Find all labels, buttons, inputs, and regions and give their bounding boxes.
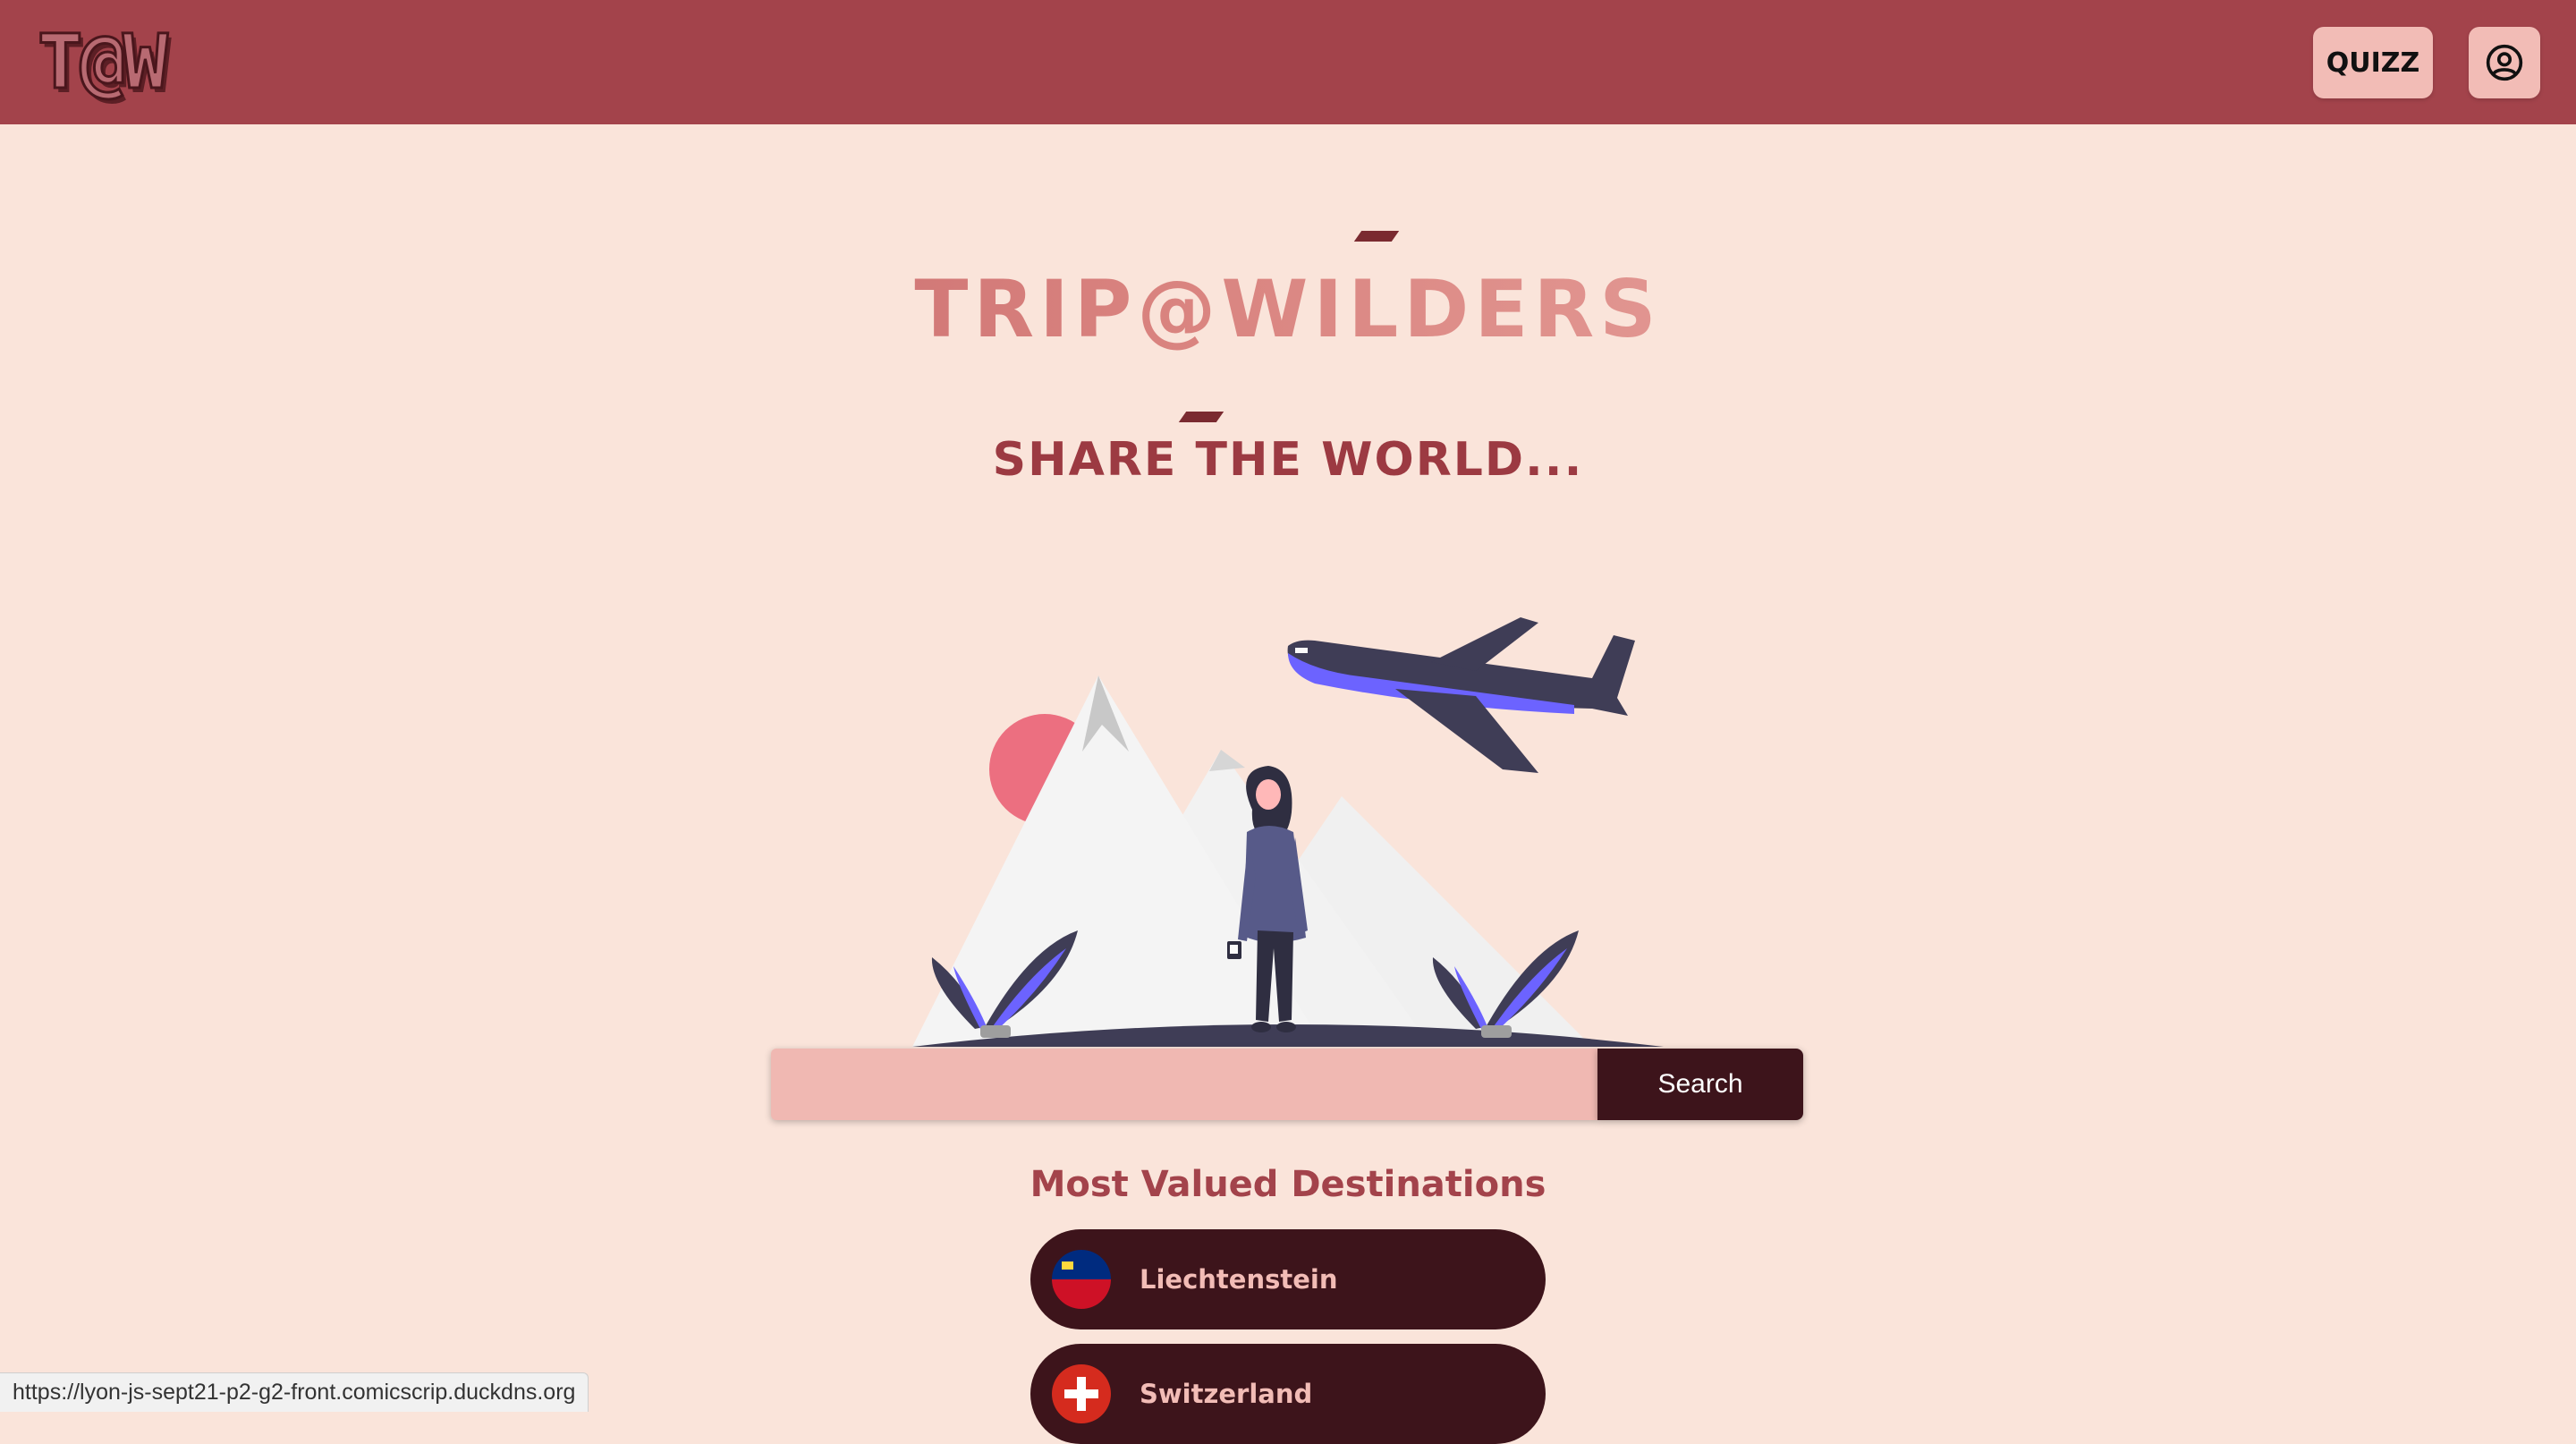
destination-item-liechtenstein[interactable]: Liechtenstein (1030, 1229, 1546, 1329)
search-button[interactable]: Search (1597, 1049, 1803, 1120)
traveler-illustration (912, 617, 1664, 1047)
tagline: SHARE THE WORLD... (992, 433, 1584, 487)
quizz-button[interactable]: QUIZZ (2313, 27, 2433, 98)
destination-search-input[interactable] (771, 1049, 1597, 1120)
destinations-heading: Most Valued Destinations (1030, 1164, 1546, 1205)
switzerland-flag-icon (1052, 1364, 1111, 1423)
destination-item-switzerland[interactable]: Switzerland (1030, 1344, 1546, 1444)
tagline-accent-mark (1178, 412, 1224, 422)
user-circle-icon (2486, 44, 2523, 81)
destination-label: Switzerland (1140, 1379, 1313, 1409)
title-accent-mark (1353, 231, 1400, 242)
site-title: TRIP@WILDERS (0, 265, 2576, 354)
liechtenstein-flag-icon (1052, 1250, 1111, 1309)
account-button[interactable] (2469, 27, 2540, 98)
top-navbar: T@W QUIZZ (0, 0, 2576, 124)
destination-label: Liechtenstein (1140, 1264, 1338, 1295)
site-logo[interactable]: T@W (37, 19, 170, 106)
status-bar-url: https://lyon-js-sept21-p2-g2-front.comic… (0, 1372, 589, 1412)
airplane-shape (1287, 617, 1635, 773)
